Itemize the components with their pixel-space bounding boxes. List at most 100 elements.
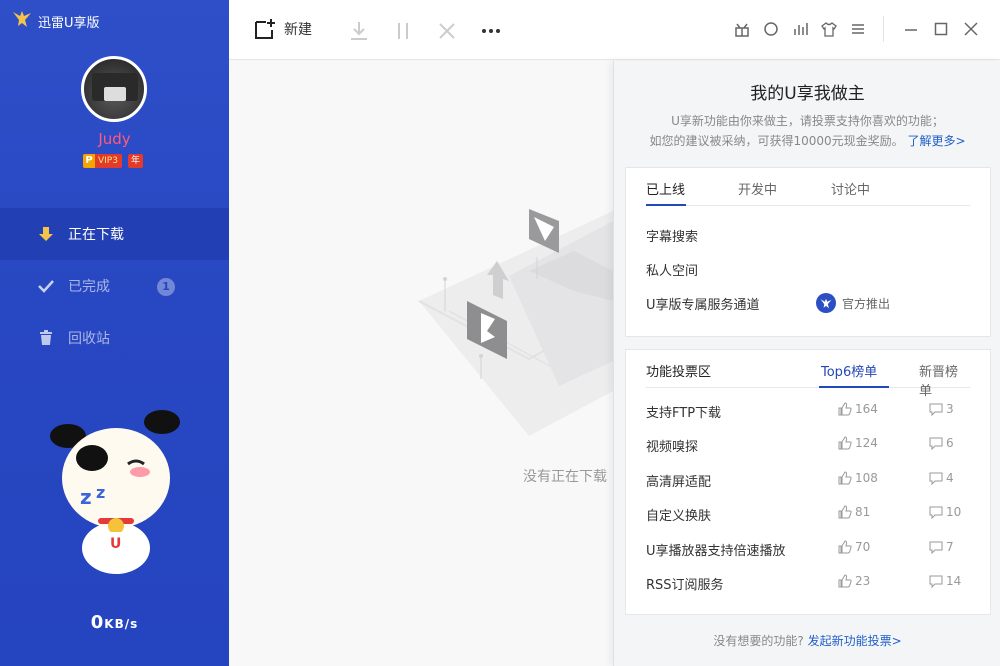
svg-text:z: z: [96, 483, 105, 502]
thumbs-up-icon: [838, 574, 852, 588]
gift-box-icon: [735, 23, 749, 37]
year-badge[interactable]: 年: [127, 154, 143, 168]
new-task-button[interactable]: 新建: [254, 18, 312, 40]
comment-button[interactable]: 4: [929, 471, 954, 485]
brand: 迅雷U享版: [12, 10, 100, 32]
like-button[interactable]: 81: [838, 505, 870, 519]
vote-feature-name: RSS订阅服务: [646, 578, 724, 593]
more-button[interactable]: [480, 20, 502, 42]
pause-button[interactable]: [392, 20, 414, 42]
comment-button[interactable]: 10: [929, 505, 961, 519]
tab-new-rising[interactable]: 新晋榜单: [919, 361, 970, 399]
comment-count: 7: [946, 540, 954, 554]
avatar[interactable]: [81, 56, 147, 122]
like-button[interactable]: 164: [838, 402, 878, 416]
feature-vote-card: 功能投票区 Top6榜单 新晋榜单 支持FTP下载 164 3 视频嗅探 124…: [625, 349, 991, 615]
comment-count: 3: [946, 402, 954, 416]
sidebar-nav: 正在下载 已完成 1 回收站: [0, 208, 229, 364]
feature-item[interactable]: U享版专属服务通道: [646, 294, 760, 313]
close-icon: [439, 23, 455, 39]
vip-badge[interactable]: P VIP3: [83, 154, 122, 168]
close-window-button[interactable]: [962, 20, 980, 38]
user-badges: P VIP3 年: [83, 154, 143, 168]
comment-icon: [929, 506, 943, 519]
app-name: 迅雷U享版: [38, 15, 100, 31]
skin-button[interactable]: [820, 20, 838, 38]
panel-desc-line2: 如您的建议被采纳，可获得10000元现金奖励。: [649, 134, 904, 148]
sidebar-item-label: 回收站: [68, 331, 110, 347]
panel-footer: 没有想要的功能? 发起新功能投票>: [614, 632, 1000, 649]
download-arrow-icon: [38, 226, 54, 242]
thumbs-up-icon: [838, 471, 852, 485]
thunder-bird-logo-icon: [12, 10, 32, 32]
comment-icon: [929, 472, 943, 485]
start-vote-link[interactable]: 发起新功能投票>: [808, 634, 902, 648]
thumbs-up-icon: [838, 505, 852, 519]
thumbs-up-icon: [838, 402, 852, 416]
comment-count: 10: [946, 505, 962, 519]
panel-title: 我的U享我做主: [750, 84, 865, 104]
learn-more-link[interactable]: 了解更多>: [907, 134, 965, 148]
sidebar-item-downloading[interactable]: 正在下载: [0, 208, 229, 260]
feature-status-tabs: 已上线 开发中 讨论中: [646, 168, 970, 206]
vote-row[interactable]: 支持FTP下载 164 3: [646, 402, 970, 422]
vote-feature-name: 高清屏适配: [646, 475, 712, 490]
tab-under-discussion[interactable]: 讨论中: [831, 179, 870, 198]
like-button[interactable]: 124: [838, 436, 878, 450]
vip-p-mark: P: [83, 154, 95, 168]
like-button[interactable]: 108: [838, 471, 878, 485]
vote-row[interactable]: 视频嗅探 124 6: [646, 436, 970, 456]
like-count: 164: [855, 402, 878, 416]
maximize-button[interactable]: [932, 20, 950, 38]
download-list-area: 没有正在下载: [229, 61, 613, 666]
comment-button[interactable]: 7: [929, 540, 954, 554]
comment-button[interactable]: 3: [929, 402, 954, 416]
tab-vote-area[interactable]: 功能投票区: [646, 361, 711, 380]
circle-icon: [764, 22, 778, 36]
thunder-bird-logo-icon: [816, 293, 836, 313]
tab-launched[interactable]: 已上线: [646, 179, 685, 198]
sleeping-dog-mascot-icon: z z U: [50, 408, 182, 576]
vote-row[interactable]: 高清屏适配 108 4: [646, 471, 970, 491]
delete-button[interactable]: [436, 20, 458, 42]
hamburger-menu-icon: [852, 24, 864, 34]
panel-description: U享新功能由你来做主，请投票支持你喜欢的功能； 如您的建议被采纳，可获得1000…: [614, 111, 1000, 151]
toolbar-divider: [883, 16, 884, 42]
official-tag: 官方推出: [816, 293, 890, 313]
feature-item[interactable]: 私人空间: [646, 260, 698, 279]
like-count: 108: [855, 471, 878, 485]
like-button[interactable]: 70: [838, 540, 870, 554]
comment-button[interactable]: 14: [929, 574, 961, 588]
download-icon: [351, 22, 367, 40]
like-button[interactable]: 23: [838, 574, 870, 588]
stats-button[interactable]: [791, 20, 809, 38]
pause-icon: [398, 23, 408, 39]
thumbs-up-icon: [838, 436, 852, 450]
shirt-icon: [821, 22, 837, 37]
minimize-icon: [905, 29, 917, 31]
tab-in-development[interactable]: 开发中: [738, 179, 777, 198]
toolbar: 新建: [229, 0, 1000, 60]
active-tab-indicator: [819, 386, 889, 388]
thumbs-up-icon: [838, 540, 852, 554]
record-button[interactable]: [762, 20, 780, 38]
speed-value: 0: [90, 612, 105, 633]
username[interactable]: Judy: [0, 130, 229, 148]
vote-row[interactable]: 自定义换肤 81 10: [646, 505, 970, 525]
tab-top6[interactable]: Top6榜单: [821, 361, 877, 380]
comment-icon: [929, 541, 943, 554]
vote-row[interactable]: RSS订阅服务 23 14: [646, 574, 970, 594]
tray-button[interactable]: [733, 20, 751, 38]
vote-feature-name: U享播放器支持倍速播放: [646, 544, 786, 559]
minimize-button[interactable]: [902, 20, 920, 38]
start-download-button[interactable]: [348, 20, 370, 42]
comment-button[interactable]: 6: [929, 436, 954, 450]
empty-state-text: 没有正在下载: [523, 469, 607, 485]
vote-row[interactable]: U享播放器支持倍速播放 70 7: [646, 540, 970, 560]
feature-item[interactable]: 字幕搜索: [646, 226, 698, 245]
menu-button[interactable]: [849, 20, 867, 38]
comment-icon: [929, 437, 943, 450]
sidebar-item-recycle-bin[interactable]: 回收站: [0, 312, 229, 364]
close-icon: [964, 22, 978, 36]
sidebar-item-completed[interactable]: 已完成 1: [0, 260, 229, 312]
